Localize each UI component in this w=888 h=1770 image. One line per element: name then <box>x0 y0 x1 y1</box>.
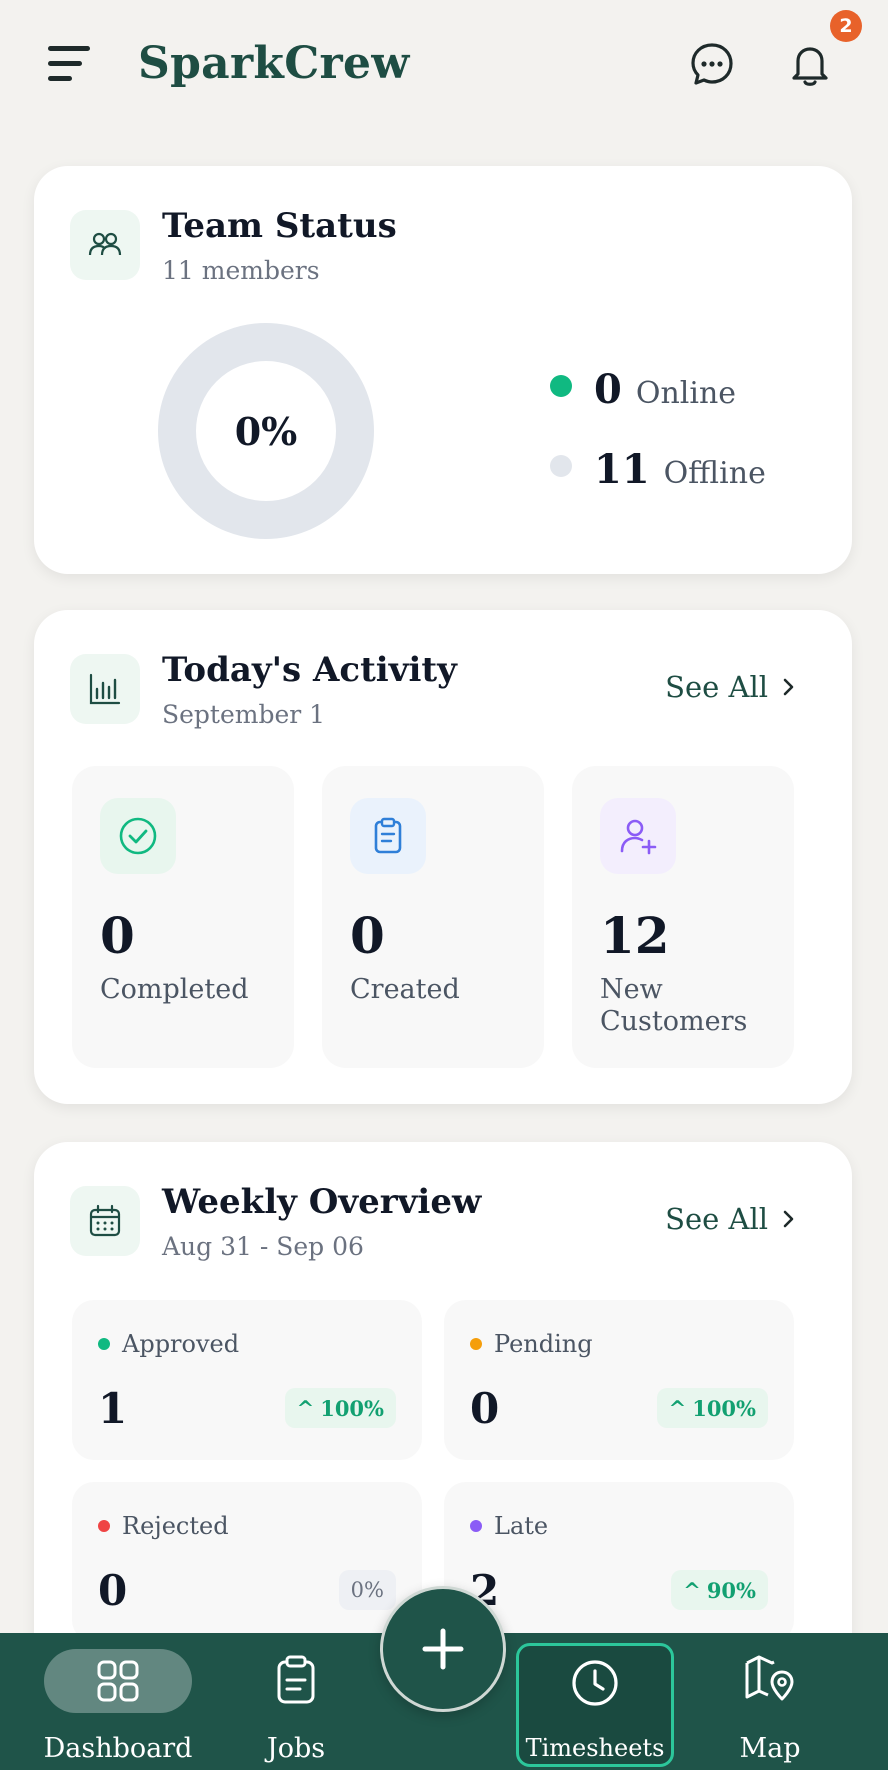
chat-icon[interactable] <box>688 40 736 88</box>
rejected-tile[interactable]: Rejected 0 0% <box>72 1482 422 1642</box>
legend-offline: 11 Offline <box>550 446 766 493</box>
clock-icon <box>572 1660 618 1706</box>
nav-jobs[interactable]: Jobs <box>246 1633 346 1770</box>
nav-timesheets[interactable]: Timesheets <box>516 1643 674 1767</box>
chevron-right-icon <box>783 678 794 696</box>
brand-title: SparkCrew <box>138 38 410 89</box>
new-customers-tile[interactable]: 12 New Customers <box>572 766 794 1068</box>
offline-label: Offline <box>663 456 766 491</box>
approved-dot <box>98 1338 110 1350</box>
approved-label: Approved <box>122 1330 240 1358</box>
chevron-up-icon: ^ <box>683 1577 701 1603</box>
rejected-dot <box>98 1520 110 1532</box>
see-all-label: See All <box>665 670 768 704</box>
created-tile[interactable]: 0 Created <box>322 766 544 1068</box>
chevron-right-icon <box>783 1210 794 1228</box>
late-change: 90% <box>706 1577 756 1603</box>
rejected-change: 0% <box>350 1578 384 1602</box>
rejected-count: 0 <box>98 1566 128 1615</box>
grid-icon <box>97 1660 139 1702</box>
late-label: Late <box>494 1512 549 1540</box>
pending-change: 100% <box>692 1395 756 1421</box>
late-dot <box>470 1520 482 1532</box>
approved-change: 100% <box>320 1395 384 1421</box>
online-percent: 0% <box>234 408 298 454</box>
nav-dashboard-label: Dashboard <box>43 1733 193 1764</box>
pending-label: Pending <box>494 1330 593 1358</box>
offline-dot <box>550 455 572 477</box>
menu-icon[interactable] <box>48 44 92 84</box>
calendar-icon <box>70 1186 140 1256</box>
approved-change-badge: ^ 100% <box>284 1388 396 1428</box>
weekly-subtitle: Aug 31 - Sep 06 <box>162 1232 364 1261</box>
activity-subtitle: September 1 <box>162 700 326 729</box>
completed-label: Completed <box>100 974 249 1005</box>
offline-count: 11 <box>594 446 650 493</box>
created-count: 0 <box>350 906 385 965</box>
new-customers-count: 12 <box>600 906 670 965</box>
late-change-badge: ^ 90% <box>671 1570 768 1610</box>
bar-chart-icon <box>70 654 140 724</box>
nav-map[interactable]: Map <box>720 1633 820 1770</box>
chevron-up-icon: ^ <box>668 1395 687 1421</box>
activity-card: Today's Activity September 1 See All 0 C… <box>34 610 852 1104</box>
online-label: Online <box>635 376 737 411</box>
nav-map-label: Map <box>739 1733 801 1764</box>
nav-dashboard[interactable]: Dashboard <box>44 1633 192 1770</box>
see-all-label: See All <box>665 1202 768 1236</box>
notification-badge: 2 <box>830 10 862 42</box>
clipboard-icon <box>350 798 426 874</box>
pending-dot <box>470 1338 482 1350</box>
dashboard-active-pill <box>44 1649 192 1713</box>
completed-count: 0 <box>100 906 135 965</box>
app-header: SparkCrew 2 <box>0 0 888 130</box>
bell-icon[interactable] <box>786 40 834 88</box>
nav-jobs-label: Jobs <box>266 1733 326 1764</box>
approved-count: 1 <box>98 1384 128 1433</box>
new-customers-label: New Customers <box>600 974 748 1037</box>
chevron-up-icon: ^ <box>296 1395 315 1421</box>
team-status-subtitle: 11 members <box>162 256 320 285</box>
team-icon <box>70 210 140 280</box>
team-status-card: Team Status 11 members 0% 0 Online 11 Of… <box>34 166 852 574</box>
pending-change-badge: ^ 100% <box>656 1388 768 1428</box>
pending-count: 0 <box>470 1384 500 1433</box>
plus-icon <box>422 1628 464 1670</box>
user-plus-icon <box>600 798 676 874</box>
activity-see-all-link[interactable]: See All <box>665 670 796 704</box>
legend-online: 0 Online <box>550 366 736 413</box>
online-dot <box>550 375 572 397</box>
weekly-see-all-link[interactable]: See All <box>665 1202 796 1236</box>
pending-tile[interactable]: Pending 0 ^ 100% <box>444 1300 794 1460</box>
rejected-change-badge: 0% <box>338 1570 396 1610</box>
weekly-title: Weekly Overview <box>162 1182 482 1222</box>
rejected-label: Rejected <box>122 1512 229 1540</box>
created-label: Created <box>350 974 460 1005</box>
online-count: 0 <box>594 366 622 413</box>
team-status-title: Team Status <box>162 206 397 246</box>
approved-tile[interactable]: Approved 1 ^ 100% <box>72 1300 422 1460</box>
check-circle-icon <box>100 798 176 874</box>
map-pin-icon <box>745 1655 794 1701</box>
clipboard-icon <box>277 1655 315 1704</box>
completed-tile[interactable]: 0 Completed <box>72 766 294 1068</box>
add-button[interactable] <box>380 1586 506 1712</box>
activity-title: Today's Activity <box>162 650 457 690</box>
nav-timesheets-label: Timesheets <box>525 1734 665 1762</box>
